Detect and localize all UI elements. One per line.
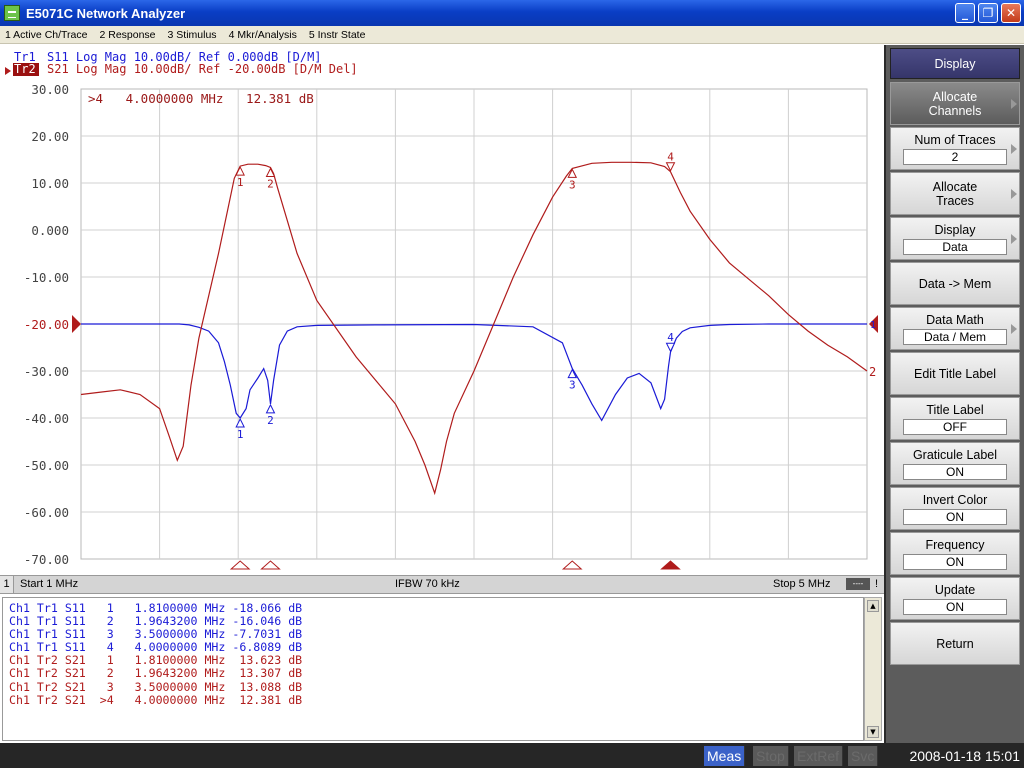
data-math-label: Data Math (926, 312, 984, 327)
marker-row: Ch1 Tr2 S21 >4 4.0000000 MHz 12.381 dB (9, 692, 303, 707)
allocate-traces-line1: Allocate (932, 179, 978, 194)
y-tick-label: -70.00 (24, 552, 69, 567)
date-time: 2008-01-18 15:01 (909, 748, 1020, 764)
menu-instr-state[interactable]: 5 Instr State (309, 29, 366, 41)
display-data-label: Display (934, 222, 976, 237)
marker-label: 1 (237, 176, 244, 189)
restore-button[interactable]: ❐ (978, 3, 998, 23)
graticule-label-label: Graticule Label (912, 447, 998, 462)
warning-indicator: ! (874, 578, 878, 590)
sweep-status-chip: ---- (846, 578, 870, 590)
num-traces-label: Num of Traces (914, 132, 996, 147)
marker-label: 1 (237, 428, 244, 441)
scroll-down-icon[interactable]: ▼ (867, 726, 879, 738)
y-tick-label: 30.00 (31, 82, 69, 97)
scroll-up-icon[interactable]: ▲ (867, 600, 879, 612)
num-traces-value: 2 (903, 148, 1007, 165)
extref-indicator: ExtRef (794, 746, 844, 766)
submenu-arrow-icon (1011, 188, 1017, 199)
submenu-arrow-icon (1011, 143, 1017, 154)
update-value: ON (903, 598, 1007, 615)
submenu-arrow-icon (1011, 98, 1017, 109)
tr2-label[interactable]: Tr2 (14, 62, 36, 76)
window-title: E5071C Network Analyzer (26, 5, 186, 21)
data-math-button[interactable]: Data Math Data / Mem (890, 307, 1020, 350)
marker-label: 3 (569, 379, 576, 392)
update-button[interactable]: Update ON (890, 577, 1020, 620)
menu-mkr-analysis[interactable]: 4 Mkr/Analysis (229, 29, 297, 41)
ref-line-right-label: 1 (870, 320, 876, 331)
y-tick-label: -60.00 (24, 505, 69, 520)
y-tick-label: -30.00 (24, 364, 69, 379)
display-data-button[interactable]: Display Data (890, 217, 1020, 260)
marker-label: 4 (667, 151, 674, 164)
marker-label: 3 (569, 178, 576, 191)
submenu-arrow-icon (1011, 323, 1017, 334)
invert-color-button[interactable]: Invert Color ON (890, 487, 1020, 530)
softkey-panel: Display Allocate Channels Num of Traces … (884, 45, 1024, 743)
ifbw-value[interactable]: IFBW 70 kHz (395, 578, 460, 590)
return-button[interactable]: Return (890, 622, 1020, 665)
marker-row: Ch1 Tr2 S21 2 1.9643200 MHz 13.307 dB (9, 666, 303, 681)
active-marker-readout: >4 4.0000000 MHz 12.381 dB (88, 91, 314, 106)
frequency-label: Frequency (925, 537, 985, 552)
marker-row: Ch1 Tr2 S21 3 3.5000000 MHz 13.088 dB (9, 679, 303, 694)
menu-stimulus[interactable]: 3 Stimulus (168, 29, 217, 41)
frequency-value: ON (903, 553, 1007, 570)
y-tick-label: -10.00 (24, 270, 69, 285)
update-label: Update (934, 582, 976, 597)
title-label-value: OFF (903, 418, 1007, 435)
y-tick-label: -40.00 (24, 411, 69, 426)
invert-color-label: Invert Color (922, 492, 988, 507)
y-tick-label: 0.000 (31, 223, 69, 238)
data-to-mem-button[interactable]: Data -> Mem (890, 262, 1020, 305)
marker-label: 2 (267, 177, 274, 190)
y-tick-label: -50.00 (24, 458, 69, 473)
meas-indicator: Meas (704, 746, 746, 766)
title-label-button[interactable]: Title Label OFF (890, 397, 1020, 440)
display-data-value: Data (903, 238, 1007, 255)
menu-response[interactable]: 2 Response (99, 29, 155, 41)
marker-table: Ch1 Tr1 S11 1 1.8100000 MHz -18.066 dB C… (2, 597, 864, 741)
graticule-label-button[interactable]: Graticule Label ON (890, 442, 1020, 485)
y-tick-label: -20.00 (24, 317, 69, 332)
app-icon (4, 5, 20, 21)
menu-active-ch-trace[interactable]: 1 Active Ch/Trace (5, 29, 87, 41)
minimize-button[interactable]: _ (955, 3, 975, 23)
allocate-channels-line2: Channels (928, 103, 982, 118)
num-traces-button[interactable]: Num of Traces 2 (890, 127, 1020, 170)
menu-bar: 1 Active Ch/Trace 2 Response 3 Stimulus … (0, 26, 1024, 44)
svc-indicator: Svc (848, 746, 879, 766)
stop-indicator: Stop (753, 746, 789, 766)
y-tick-label: 20.00 (31, 129, 69, 144)
frequency-button[interactable]: Frequency ON (890, 532, 1020, 575)
marker-label: 2 (267, 414, 274, 427)
graticule-label-value: ON (903, 463, 1007, 480)
stop-frequency[interactable]: Stop 5 MHz (773, 578, 830, 590)
submenu-arrow-icon (1011, 233, 1017, 244)
allocate-channels-button[interactable]: Allocate Channels (890, 82, 1020, 125)
allocate-traces-button[interactable]: Allocate Traces (890, 172, 1020, 215)
softkey-display-title: Display (890, 48, 1020, 79)
marker-label: 4 (667, 331, 674, 344)
start-frequency[interactable]: Start 1 MHz (20, 578, 78, 590)
title-bar: E5071C Network Analyzer _ ❐ ✕ (0, 0, 1024, 26)
channel-number[interactable]: 1 (0, 576, 14, 593)
marker-table-scrollbar[interactable]: ▲ ▼ (864, 597, 882, 741)
chart-background (0, 45, 884, 575)
edit-title-label-button[interactable]: Edit Title Label (890, 352, 1020, 395)
title-label-label: Title Label (926, 402, 984, 417)
trace-chart[interactable]: Tr1 S11 Log Mag 10.00dB/ Ref 0.000dB [D/… (0, 45, 884, 575)
allocate-traces-line2: Traces (936, 193, 974, 208)
invert-color-value: ON (903, 508, 1007, 525)
channel-status-bar: 1 Start 1 MHz IFBW 70 kHz Stop 5 MHz ---… (0, 575, 884, 594)
y-tick-label: 10.00 (31, 176, 69, 191)
close-button[interactable]: ✕ (1001, 3, 1021, 23)
trace-end-label: 2 (869, 365, 876, 379)
tr2-settings: S21 Log Mag 10.00dB/ Ref -20.00dB [D/M D… (47, 62, 358, 76)
instrument-status-bar: Meas Stop ExtRef Svc 2008-01-18 15:01 (0, 743, 1024, 768)
data-math-value: Data / Mem (903, 328, 1007, 345)
allocate-channels-line1: Allocate (932, 89, 978, 104)
